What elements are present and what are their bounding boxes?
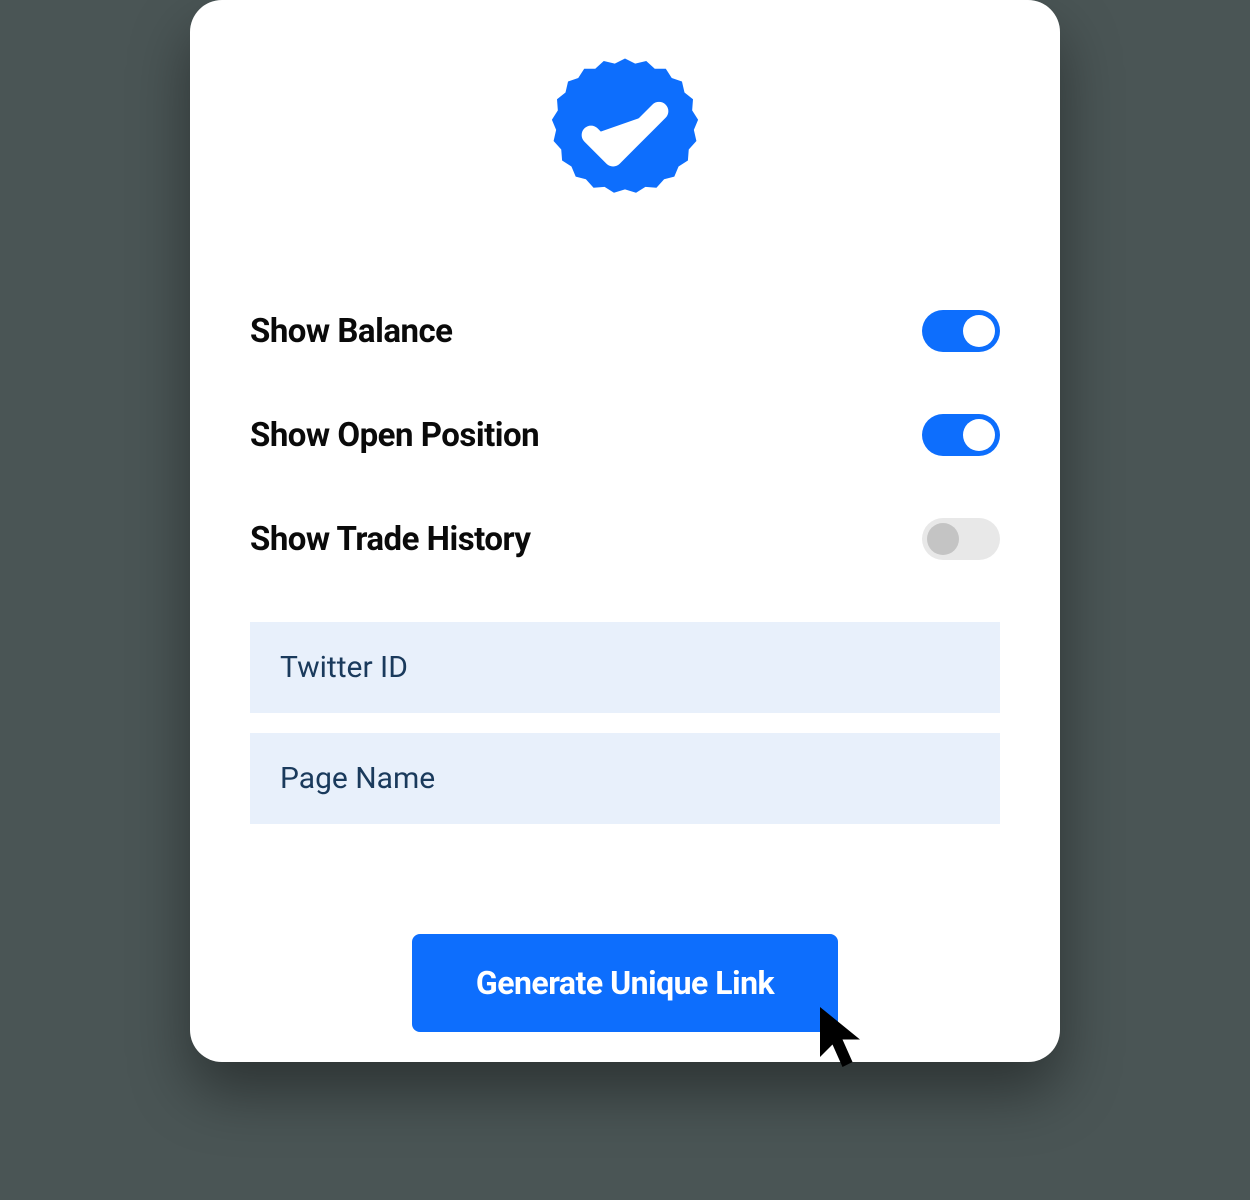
- settings-card: Show Balance Show Open Position Show Tra…: [190, 0, 1060, 1062]
- toggle-knob: [927, 523, 959, 555]
- cursor-icon: [815, 1002, 875, 1072]
- toggle-label-balance: Show Balance: [250, 312, 453, 351]
- toggle-knob: [963, 419, 995, 451]
- toggle-row-balance: Show Balance: [250, 310, 1000, 352]
- toggle-knob: [963, 315, 995, 347]
- toggle-row-open-position: Show Open Position: [250, 414, 1000, 456]
- toggle-trade-history[interactable]: [922, 518, 1000, 560]
- toggle-balance[interactable]: [922, 310, 1000, 352]
- toggle-open-position[interactable]: [922, 414, 1000, 456]
- toggle-label-trade-history: Show Trade History: [250, 520, 531, 559]
- generate-link-button[interactable]: Generate Unique Link: [412, 934, 838, 1032]
- badge-container: [250, 50, 1000, 220]
- button-container: Generate Unique Link: [250, 934, 1000, 1032]
- toggle-row-trade-history: Show Trade History: [250, 518, 1000, 560]
- twitter-id-input[interactable]: [250, 622, 1000, 713]
- toggle-label-open-position: Show Open Position: [250, 416, 539, 455]
- page-name-input[interactable]: [250, 733, 1000, 824]
- verified-badge-icon: [540, 50, 710, 220]
